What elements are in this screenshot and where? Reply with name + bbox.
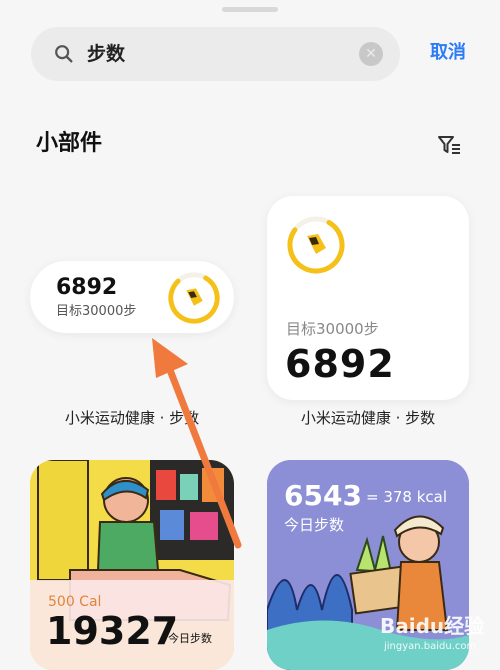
widget-caption: 小米运动健康 · 步数 [300, 409, 436, 427]
cancel-button[interactable]: 取消 [430, 39, 466, 67]
shoe-icon [307, 234, 326, 254]
watermark-url: jingyan.baidu.com [384, 641, 477, 652]
steps-count: 19327 [46, 609, 179, 653]
steps-count: 6892 [285, 342, 395, 386]
widget-caption: 小米运动健康 · 步数 [64, 409, 200, 427]
steps-widget-small[interactable]: 6892 目标30000步 [30, 261, 234, 333]
today-steps-label: 今日步数 [168, 632, 212, 645]
section-title: 小部件 [36, 131, 103, 156]
search-query: 步数 [87, 43, 126, 65]
steps-goal: 目标30000步 [286, 320, 379, 338]
clear-icon[interactable]: ✕ [359, 42, 383, 66]
illustrated-steps-widget[interactable]: 6543 = 378 kcal 今日步数 [267, 460, 469, 670]
sheet-grabber[interactable] [222, 7, 278, 12]
widget-search-sheet: 步数 ✕ 取消 小部件 6892 目标30000步 目标30000步 6892 … [0, 0, 500, 670]
steps-goal: 目标30000步 [56, 304, 137, 319]
today-steps-label: 今日步数 [284, 516, 345, 534]
steps-count: 6543 [284, 479, 362, 512]
kcal-label: = 378 kcal [366, 488, 448, 506]
steps-widget-large[interactable]: 目标30000步 6892 [267, 196, 469, 400]
watermark-logo: Baidu经验 [380, 614, 485, 638]
shoe-icon [186, 288, 203, 306]
illustrated-steps-widget[interactable]: 500 Cal 19327 今日步数 [30, 460, 234, 670]
search-icon [55, 45, 73, 63]
filter-icon[interactable] [437, 134, 461, 156]
progress-ring [168, 272, 220, 324]
progress-ring [287, 216, 345, 274]
steps-count: 6892 [56, 275, 118, 300]
search-input[interactable]: 步数 ✕ [31, 27, 400, 81]
